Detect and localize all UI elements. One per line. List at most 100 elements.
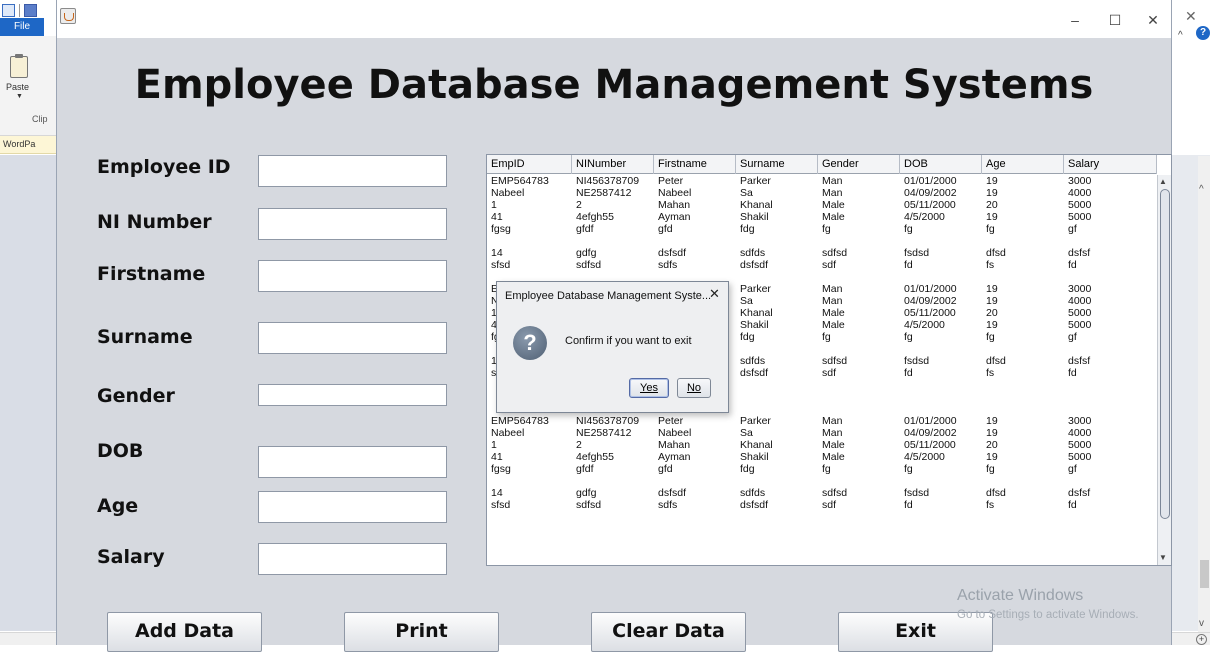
clear-data-button[interactable]: Clear Data [591,612,746,652]
column-header[interactable]: Gender [818,155,900,174]
age-field[interactable] [258,491,447,523]
table-cell: dfsd [986,247,1006,259]
table-row[interactable]: Nabeel NE2587412 Nabeel Sa Man 04/09/2002 19 40… [487,187,1157,199]
table-cell: Man [822,427,843,439]
chevron-down-icon[interactable]: v [1199,618,1204,629]
table-cell: Peter [658,415,684,427]
table-cell: Khanal [740,439,773,451]
table-cell: sdfs [658,259,678,271]
yes-button[interactable]: Yes [629,378,669,398]
table-cell: Shakil [740,451,769,463]
column-header[interactable]: Firstname [654,155,736,174]
dialog-close-button[interactable]: ✕ [709,286,720,302]
scrollbar-thumb[interactable] [1160,189,1170,519]
table-row[interactable]: Nabeel NE2587412 Nabeel Sa Man 04/09/2002 19 40… [487,427,1157,439]
ni-number-field[interactable] [258,208,447,240]
wordpad-document-tab[interactable]: WordPa [3,139,35,149]
table-cell: fs [986,499,995,511]
table-cell: 01/01/2000 [904,175,957,187]
table-cell: dsfsf [1068,355,1091,367]
maximize-button[interactable]: ☐ [1095,8,1135,32]
wordpad-file-tab[interactable]: File [0,18,44,36]
table-cell: 19 [986,451,998,463]
table-row[interactable]: sfsd sdfsd sdfs dsfsdf sdf fd fs fd [487,259,1157,271]
table-cell: Nabeel [658,187,692,199]
table-cell: 41 [491,211,503,223]
paste-label[interactable]: Paste [6,82,29,92]
table-cell: 19 [986,319,998,331]
salary-field[interactable] [258,543,447,575]
table-row[interactable]: EMP564783 NI456378709 Peter Parker Man 01/01/… [487,175,1157,187]
column-header[interactable]: Surname [736,155,818,174]
surname-field[interactable] [258,322,447,354]
table-cell: 4/5/2000 [904,319,945,331]
table-row[interactable] [487,475,1157,487]
column-header[interactable]: EmpID [487,155,572,174]
save-icon[interactable] [24,3,37,17]
table-row[interactable]: fgsg gfdf gfd fdg fg fg fg gf [487,463,1157,475]
scroll-down-arrow-icon[interactable]: ▼ [1159,553,1167,562]
table-row[interactable]: 1 2 Mahan Khanal Male 05/11/2000 20 5000 [487,439,1157,451]
no-button[interactable]: No [677,378,711,398]
zoom-in-icon[interactable]: + [1196,634,1207,645]
dob-label: DOB [97,440,144,462]
table-row[interactable]: EMP564783 NI456378709 Peter Parker Man 01/01/… [487,415,1157,427]
table-row[interactable]: sfsd sdfsd sdfs dsfsdf sdf fd fs fd [487,499,1157,511]
table-cell: 3000 [1068,283,1092,295]
table-cell: sdfds [740,247,766,259]
table-cell: Male [822,211,845,223]
table-cell: 04/09/2002 [904,187,957,199]
table-cell: sdfds [740,487,766,499]
table-row[interactable]: 14 gdfg dsfsdf sdfds sdfsd fsdsd dfsd dsfsf [487,247,1157,259]
chevron-up-icon[interactable]: ^ [1199,184,1204,195]
table-row[interactable] [487,235,1157,247]
table-cell: gf [1068,331,1077,343]
table-row[interactable]: 41 4efgh55 Ayman Shakil Male 4/5/2000 19 5000 [487,451,1157,463]
table-cell: Khanal [740,307,773,319]
table-row[interactable]: 1 2 Mahan Khanal Male 05/11/2000 20 5000 [487,199,1157,211]
chevron-up-icon[interactable]: ^ [1178,30,1183,41]
dob-field[interactable] [258,446,447,478]
scroll-up-arrow-icon[interactable]: ▲ [1159,177,1167,186]
table-cell: EMP564783 [491,175,549,187]
table-cell: sdfsd [576,499,602,511]
close-icon[interactable]: ✕ [1185,8,1197,25]
gender-field[interactable] [258,384,447,406]
column-header[interactable]: Salary [1064,155,1157,174]
help-icon[interactable]: ? [1196,26,1210,40]
column-header[interactable]: NINumber [572,155,654,174]
table-cell: dsfsdf [740,367,769,379]
column-header[interactable]: DOB [900,155,982,174]
firstname-field[interactable] [258,260,447,292]
table-cell: fgsg [491,223,511,235]
table-row[interactable]: 41 4efgh55 Ayman Shakil Male 4/5/2000 19 5000 [487,211,1157,223]
table-cell: 3000 [1068,175,1092,187]
gender-label: Gender [97,385,175,407]
scrollbar-thumb[interactable] [1200,560,1209,588]
paste-icon[interactable] [10,54,28,78]
table-cell: gfdf [576,463,594,475]
table-scrollbar[interactable]: ▲ ▼ [1157,175,1171,565]
table-cell: Peter [658,175,684,187]
table-cell: 4000 [1068,187,1092,199]
table-cell: dfsd [986,355,1006,367]
column-header[interactable]: Age [982,155,1064,174]
table-row[interactable]: 14 gdfg dsfsdf sdfds sdfsd fsdsd dfsd dsfsf [487,487,1157,499]
print-button[interactable]: Print [344,612,499,652]
table-cell: fsdsd [904,247,930,259]
minimize-button[interactable]: – [1055,8,1095,32]
table-cell: 1 [491,199,497,211]
table-cell: Khanal [740,199,773,211]
table-cell: gdfg [576,487,597,499]
add-data-button[interactable]: Add Data [107,612,262,652]
chevron-down-icon[interactable]: ▼ [16,93,23,100]
table-cell: NE2587412 [576,187,632,199]
table-cell: dsfsdf [658,247,687,259]
table-cell: 04/09/2002 [904,295,957,307]
table-cell: Man [822,187,843,199]
table-cell: 5000 [1068,451,1092,463]
close-button[interactable]: ✕ [1133,8,1173,32]
yes-label: Yes [640,382,658,394]
employee-id-field[interactable] [258,155,447,187]
table-row[interactable]: fgsg gfdf gfd fdg fg fg fg gf [487,223,1157,235]
